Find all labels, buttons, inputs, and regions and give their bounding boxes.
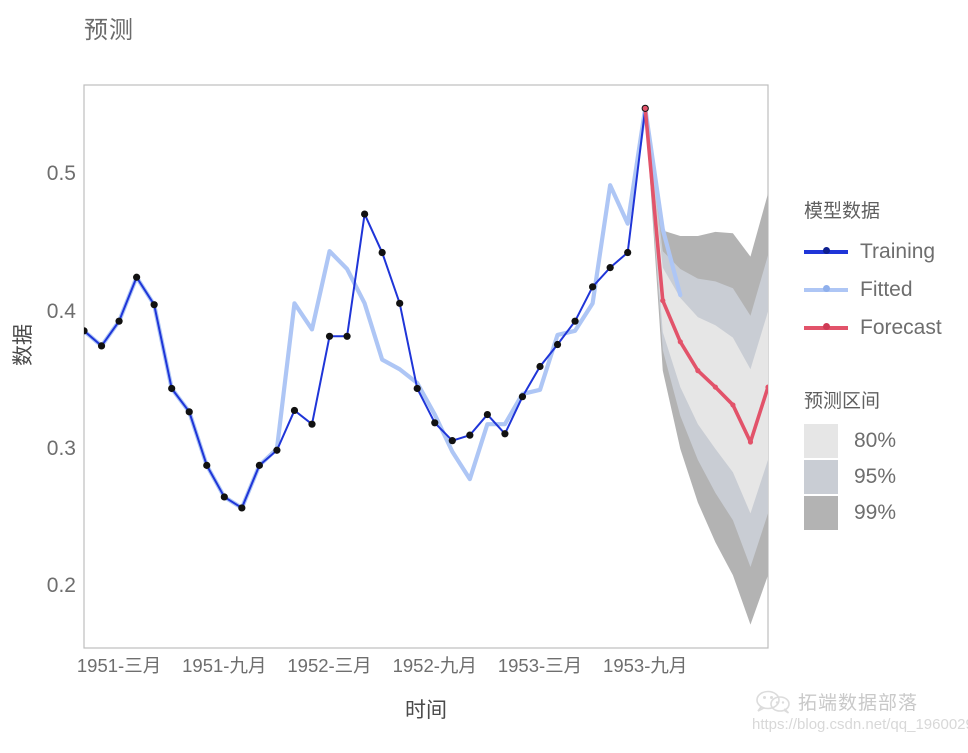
data-point-forecast bbox=[677, 339, 683, 345]
legend-swatch-95 bbox=[804, 460, 838, 494]
data-point-forecast bbox=[660, 297, 666, 304]
legend-swatch-99 bbox=[804, 496, 838, 530]
legend-item-99[interactable]: 99% bbox=[804, 495, 896, 531]
legend-label-99: 99% bbox=[854, 501, 897, 524]
legend-label-fitted: Fitted bbox=[860, 278, 913, 301]
watermark-brand: 拓端数据部落 bbox=[798, 693, 919, 714]
data-point-training bbox=[97, 342, 106, 350]
data-point-training bbox=[589, 283, 597, 291]
x-tick-label: 1952-九月 bbox=[392, 655, 477, 676]
data-point-training bbox=[466, 431, 474, 439]
legend-swatch-80 bbox=[804, 424, 838, 458]
chart-canvas: 预测 0.2 0.3 0.4 0.5 数据 时间 模型数据 Training Fitt… bbox=[0, 0, 968, 753]
data-point-training bbox=[571, 317, 579, 325]
legend-item-fitted[interactable]: Fitted bbox=[804, 271, 942, 309]
legend-line-swatch-fitted bbox=[804, 275, 848, 305]
data-point-training bbox=[168, 384, 176, 393]
legend-label-forecast: Forecast bbox=[860, 316, 942, 339]
data-point-training bbox=[448, 437, 456, 445]
data-point-training bbox=[185, 408, 193, 416]
data-point-training bbox=[431, 419, 439, 427]
x-tick-label: 1953-九月 bbox=[603, 655, 688, 676]
x-axis-label: 时间 bbox=[405, 699, 447, 722]
data-point-training bbox=[378, 248, 386, 257]
data-point-training bbox=[133, 273, 141, 281]
data-point-training bbox=[483, 410, 491, 419]
legend-label-80: 80% bbox=[854, 429, 897, 452]
data-point-forecast bbox=[765, 384, 768, 390]
data-point-training bbox=[343, 332, 351, 340]
legend-label-95: 95% bbox=[854, 465, 897, 488]
data-point-training bbox=[308, 420, 316, 428]
legend-line-swatch-training bbox=[804, 237, 848, 267]
legend-model-title: 模型数据 bbox=[804, 201, 881, 222]
data-point-training bbox=[413, 384, 421, 393]
data-point-training bbox=[325, 332, 334, 340]
x-tick-label: 1953-三月 bbox=[497, 655, 583, 676]
legend-label-training: Training bbox=[860, 240, 936, 263]
data-point-training bbox=[203, 461, 211, 469]
data-point-training bbox=[273, 446, 281, 454]
y-tick-label: 0.2 bbox=[46, 574, 76, 598]
data-point-forecast bbox=[730, 402, 736, 408]
data-point-training bbox=[255, 461, 263, 469]
watermark-url: https://blog.csdn.net/qq_19600291 bbox=[752, 716, 968, 733]
data-point-forecast bbox=[642, 105, 648, 111]
data-point-training bbox=[501, 430, 509, 438]
x-tick-label: 1952-三月 bbox=[287, 655, 372, 676]
legend-item-training[interactable]: Training bbox=[804, 233, 942, 271]
data-point-training bbox=[553, 340, 562, 349]
data-point-training bbox=[238, 504, 246, 512]
data-point-training bbox=[536, 362, 544, 371]
y-tick-label: 0.5 bbox=[46, 162, 76, 186]
data-point-training bbox=[624, 248, 632, 257]
wechat-icon bbox=[756, 690, 790, 714]
data-point-forecast bbox=[695, 368, 701, 374]
legend-forecast-interval: 预测区间 80% 95% 99% bbox=[804, 386, 896, 531]
legend-model-data: 模型数据 Training Fitted Forecast bbox=[804, 196, 942, 347]
data-point-training bbox=[361, 210, 369, 218]
x-tick-label: 1951-九月 bbox=[182, 655, 267, 676]
y-axis-label: 数据 bbox=[12, 324, 35, 366]
legend-item-80[interactable]: 80% bbox=[804, 423, 896, 459]
data-point-forecast bbox=[712, 384, 718, 390]
plot-area bbox=[83, 84, 769, 649]
x-tick-label: 1951-三月 bbox=[76, 655, 162, 676]
data-point-training bbox=[396, 299, 404, 307]
data-point-training bbox=[84, 327, 88, 335]
legend-interval-title: 预测区间 bbox=[804, 391, 881, 412]
data-point-forecast bbox=[747, 439, 754, 445]
data-point-training bbox=[290, 406, 299, 415]
legend-line-swatch-forecast bbox=[804, 313, 848, 343]
data-point-training bbox=[115, 317, 123, 325]
data-point-training bbox=[606, 264, 614, 272]
data-point-training bbox=[150, 301, 158, 309]
data-point-training bbox=[518, 393, 527, 401]
legend-item-forecast[interactable]: Forecast bbox=[804, 309, 942, 347]
legend-item-95[interactable]: 95% bbox=[804, 459, 896, 495]
data-point-training bbox=[220, 493, 228, 501]
watermark: 拓端数据部落 https://blog.csdn.net/qq_19600291 bbox=[752, 688, 968, 748]
y-tick-label: 0.3 bbox=[46, 436, 76, 460]
